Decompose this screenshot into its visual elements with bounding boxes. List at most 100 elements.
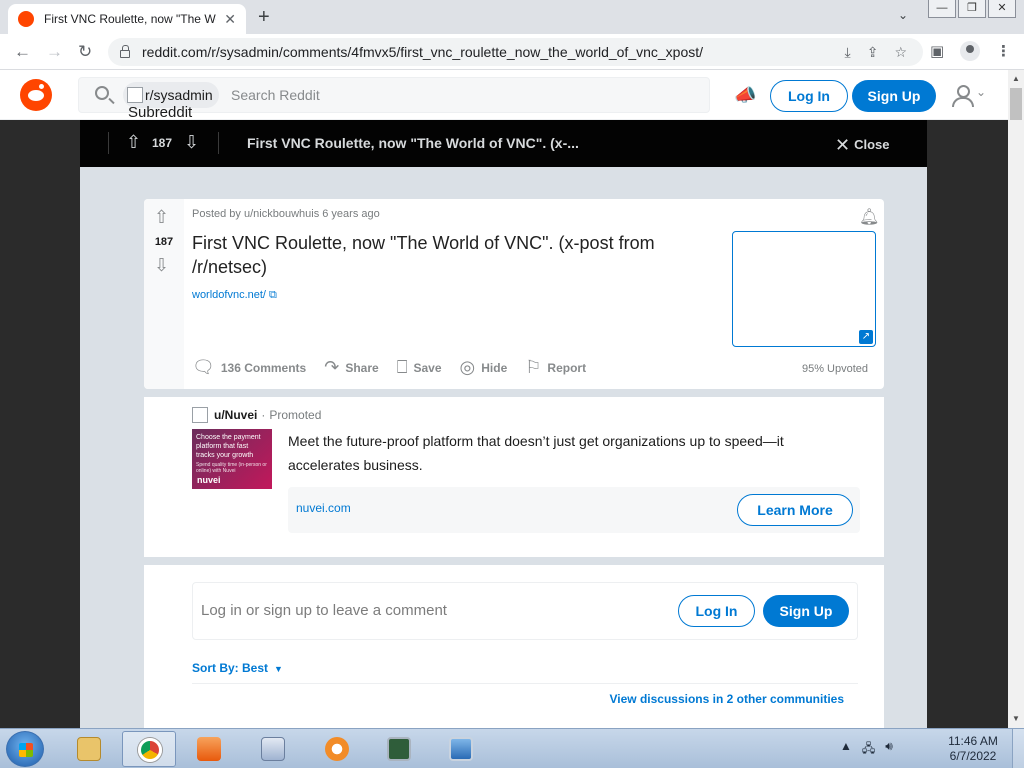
minimize-button[interactable]: — (928, 0, 956, 18)
header-signup-button[interactable]: Sign Up (852, 80, 936, 112)
taskbar-clock[interactable]: 11:46 AM 6/7/2022 (940, 734, 1006, 764)
advertiser-name[interactable]: u/Nuvei (214, 408, 257, 422)
post-downvote-icon[interactable]: ⇩ (154, 255, 169, 276)
promoted-image-headline: Choose the payment platform that fast tr… (196, 434, 261, 459)
posted-by-text[interactable]: Posted by u/nickbouwhuis 6 years ago (192, 208, 380, 220)
nuvei-logo: nuvei (197, 475, 221, 485)
promoted-cta-row: nuvei.com Learn More (288, 487, 860, 533)
subreddit-chip-label: r/sysadmin (145, 87, 213, 103)
terminal-icon (387, 737, 411, 761)
promoted-post-card[interactable]: u/Nuvei · Promoted Choose the payment pl… (144, 397, 884, 557)
notification-bell-icon[interactable]: 🔔︎ (859, 207, 879, 227)
show-desktop-button[interactable] (1012, 729, 1024, 768)
taskbar-vpn-app[interactable] (310, 731, 364, 767)
maximize-button[interactable]: ❐ (958, 0, 986, 18)
post-modal-bar: ⇧ 187 ⇩ First VNC Roulette, now "The Wor… (80, 120, 927, 167)
post-thumbnail[interactable]: ↗ (732, 231, 876, 347)
sort-by-label: Sort By: Best (192, 661, 269, 675)
reload-icon[interactable]: ↻ (78, 42, 92, 62)
promoted-domain-link[interactable]: nuvei.com (296, 501, 351, 515)
comments-divider (192, 683, 858, 684)
comments-label: 136 Comments (220, 360, 307, 375)
tab-close-icon[interactable]: ✕ (224, 11, 236, 28)
taskbar-terminal-app[interactable] (372, 731, 426, 767)
save-button[interactable]: ⎕ Save (397, 357, 442, 378)
side-panel-icon[interactable]: ▣ (930, 42, 944, 60)
learn-more-button[interactable]: Learn More (737, 494, 853, 526)
new-tab-button[interactable]: + (258, 6, 270, 29)
browser-tabstrip: First VNC Roulette, now "The Wo ✕ + ⌄ — … (0, 0, 1024, 34)
browser-toolbar: ← → ↻ reddit.com/r/sysadmin/comments/4fm… (0, 34, 1024, 70)
page-scrollbar[interactable]: ▲ ▼ (1008, 70, 1024, 728)
scrollbar-thumb[interactable] (1010, 88, 1022, 120)
caret-down-icon: ▼ (274, 664, 283, 674)
other-communities-link[interactable]: View discussions in 2 other communities (609, 692, 844, 706)
downvote-arrow-icon[interactable]: ⇩ (184, 132, 199, 153)
separator-dot: · (261, 408, 266, 422)
bookmark-star-icon[interactable]: ☆ (894, 44, 907, 61)
post-upvote-icon[interactable]: ⇧ (154, 207, 169, 228)
window-controls: — ❐ ✕ (926, 0, 1016, 18)
upvote-arrow-icon[interactable]: ⇧ (126, 132, 141, 153)
taskbar-media-player[interactable] (182, 731, 236, 767)
header-login-button[interactable]: Log In (770, 80, 848, 112)
scroll-up-icon[interactable]: ▲ (1012, 74, 1020, 83)
post-link-text: worldofvnc.net/ (192, 289, 266, 301)
reddit-logo-icon[interactable] (20, 79, 52, 111)
bar-post-title: First VNC Roulette, now "The World of VN… (247, 135, 579, 151)
share-page-icon[interactable]: ⇪ (867, 44, 879, 61)
close-label: Close (854, 137, 890, 152)
report-button[interactable]: ⚐ Report (525, 357, 586, 378)
scroll-down-icon[interactable]: ▼ (1012, 714, 1020, 723)
start-button[interactable] (6, 731, 44, 767)
network-icon[interactable]: 🖧︎ (862, 739, 875, 760)
comment-signup-button[interactable]: Sign Up (763, 595, 849, 627)
promoted-header: u/Nuvei · Promoted (192, 407, 321, 423)
forward-arrow-icon[interactable]: → (46, 42, 63, 62)
profile-avatar-icon[interactable] (960, 41, 980, 61)
advertise-megaphone-icon[interactable]: 📣 (734, 85, 756, 106)
vote-column: ⇧ 187 ⇩ (144, 199, 184, 389)
bar-divider-left (108, 132, 109, 154)
post-external-link[interactable]: worldofvnc.net/ ⧉ (192, 289, 277, 302)
open-external-icon: ↗ (859, 330, 873, 344)
comment-login-button[interactable]: Log In (678, 595, 755, 627)
taskbar-explorer[interactable] (62, 731, 116, 767)
lock-shield-icon (325, 737, 349, 761)
promoted-image[interactable]: Choose the payment platform that fast tr… (192, 429, 272, 489)
back-arrow-icon[interactable]: ← (14, 42, 31, 62)
clock-time: 11:46 AM (948, 734, 998, 748)
sort-by-dropdown[interactable]: Sort By: Best ▼ (192, 661, 283, 675)
browser-tab[interactable]: First VNC Roulette, now "The Wo ✕ (8, 4, 246, 34)
external-link-icon: ⧉ (269, 289, 277, 301)
address-bar[interactable]: reddit.com/r/sysadmin/comments/4fmvx5/fi… (108, 38, 923, 66)
comment-icon: 🗨︎ (192, 357, 215, 377)
flag-icon: ⚐ (525, 357, 542, 377)
taskbar-remote-desktop[interactable] (434, 731, 488, 767)
taskbar-keyboard-app[interactable] (246, 731, 300, 767)
volume-icon[interactable]: 🔊︎ (885, 739, 893, 760)
subreddit-caption: Subreddit (128, 104, 193, 121)
browser-menu-icon[interactable]: ⋮ (996, 42, 1011, 60)
tab-search-chevron-icon[interactable]: ⌄ (898, 8, 908, 22)
search-input[interactable]: Search Reddit (231, 87, 320, 103)
user-dropdown[interactable]: ⌄ (950, 83, 988, 107)
close-window-button[interactable]: ✕ (988, 0, 1016, 18)
hide-button[interactable]: ◎ Hide (460, 357, 508, 378)
overlay-backdrop-left[interactable] (0, 120, 80, 728)
bar-divider-right (218, 132, 219, 154)
windows-taskbar: ▲ 🖧︎ 🔊︎ 11:46 AM 6/7/2022 (0, 728, 1024, 768)
share-button[interactable]: ↷ Share (324, 357, 378, 378)
close-modal-button[interactable]: ✕ Close (835, 133, 890, 155)
tray-expand-icon[interactable]: ▲ (840, 739, 852, 760)
comments-button[interactable]: 🗨︎ 136 Comments (192, 357, 306, 378)
install-icon[interactable]: ⤓ (845, 44, 851, 61)
system-tray: ▲ 🖧︎ 🔊︎ (840, 739, 903, 760)
overlay-backdrop-right[interactable] (927, 120, 1008, 728)
share-icon: ↷ (324, 357, 340, 377)
search-icon (95, 86, 109, 100)
promoted-text: Meet the future-proof platform that does… (288, 433, 784, 473)
taskbar-chrome[interactable] (122, 731, 176, 767)
tab-title: First VNC Roulette, now "The Wo (44, 12, 217, 26)
eye-slash-icon: ◎ (459, 357, 476, 377)
